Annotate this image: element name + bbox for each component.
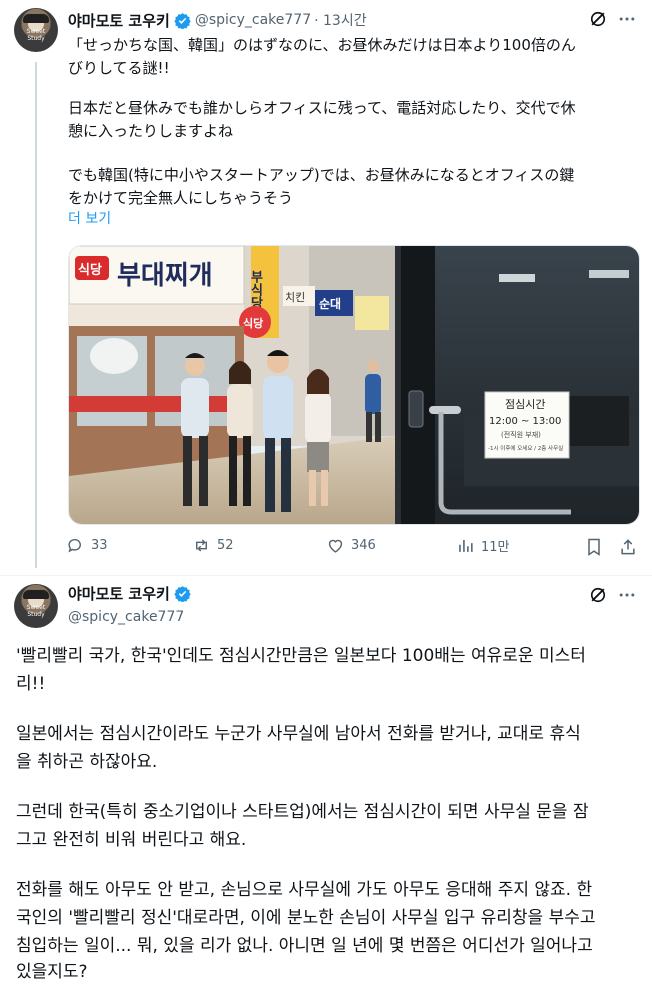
tweet-text-line: びりしてる謎!! bbox=[68, 59, 170, 77]
author-handle[interactable]: @spicy_cake777 bbox=[68, 609, 184, 625]
street-and-office-illustration: 부대찌개 식당 부식당 식당 치킨 순대 점심시간 12:00 ~ 13:00 … bbox=[69, 246, 639, 524]
tweet-actions: 33 52 346 11만 bbox=[66, 536, 638, 560]
tweet-text-line: をかけて完全無人にしちゃうそう bbox=[68, 189, 294, 207]
sign-vertical-text: 부식당 bbox=[248, 270, 263, 310]
tweet-text-line: 그런데 한국(특히 중소기업이나 스타트업)에서는 점심시간이 되면 사무실 문… bbox=[16, 802, 589, 822]
tweet-text-line: '빨리빨리 국가, 한국'인데도 점심시간만큼은 일본보다 100배는 여유로운… bbox=[16, 646, 586, 666]
tweet-text-line: 일본에서는 점심시간이라도 누군가 사무실에 남아서 전화를 받거나, 교대로 … bbox=[16, 724, 581, 744]
divider bbox=[0, 575, 652, 576]
bookmark-icon[interactable] bbox=[584, 537, 604, 557]
tweet-image[interactable]: 부대찌개 식당 부식당 식당 치킨 순대 점심시간 12:00 ~ 13:00 … bbox=[68, 245, 640, 525]
tweet-text-line: 있을지도? bbox=[16, 962, 88, 982]
more-options-icon[interactable] bbox=[617, 585, 637, 605]
tweet-text-line: 리!! bbox=[16, 674, 46, 694]
verified-badge-icon bbox=[174, 586, 191, 602]
sign-round-text: 식당 bbox=[243, 316, 263, 330]
tweet-text-line: 침입하는 일이... 뭐, 있을 리가 없나. 아니면 일 년에 몇 번쯤은 어… bbox=[16, 936, 593, 956]
author-handle[interactable]: @spicy_cake777 bbox=[195, 12, 311, 28]
thread-connector bbox=[35, 62, 37, 568]
share-icon[interactable] bbox=[618, 537, 638, 557]
tweet-text-line: 「せっかちな国、韓国」のはずなのに、お昼休みだけは日本より100倍のん bbox=[68, 36, 576, 54]
tweet-text-line: でも韓国(特に中小やスタートアップ)では、お昼休みになるとオフィスの鍵 bbox=[68, 166, 575, 184]
notice-title: 점심시간 bbox=[505, 398, 545, 411]
like-count: 346 bbox=[351, 538, 376, 553]
notice-subtitle: (전직원 부재) bbox=[501, 430, 541, 439]
repost-icon bbox=[196, 539, 207, 552]
reply-button[interactable]: 33 bbox=[66, 536, 108, 555]
view-count: 11만 bbox=[481, 540, 510, 555]
tweet-text-line: 을 취하곤 하잖아요. bbox=[16, 752, 158, 772]
tweet-original: Sweet Study 야마모토 코우키 @spicy_cake777 · 13… bbox=[0, 0, 652, 575]
sign-small-text: 식당 bbox=[78, 262, 102, 278]
sign-main-text: 부대찌개 bbox=[117, 261, 213, 291]
show-more-link[interactable]: 더 보기 bbox=[68, 208, 111, 228]
tweet-text-line: 전화를 해도 아무도 안 받고, 손님으로 사무실에 가도 아무도 응대해 주지… bbox=[16, 880, 593, 900]
tweet-text-line: 憩に入ったりしますよね bbox=[68, 122, 234, 140]
grok-icon[interactable] bbox=[588, 585, 608, 605]
tweet-text-line: 국인의 '빨리빨리 정신'대로라면, 이에 분노한 손님이 사무실 입구 유리창… bbox=[16, 908, 596, 928]
views-chart-icon bbox=[459, 539, 473, 552]
avatar[interactable]: Sweet Study bbox=[14, 584, 58, 628]
avatar[interactable]: Sweet Study bbox=[14, 8, 58, 52]
reply-count: 33 bbox=[91, 538, 108, 553]
views-button[interactable]: 11만 bbox=[456, 536, 510, 555]
like-button[interactable]: 346 bbox=[326, 536, 376, 555]
notice-footnote: -1시 이후에 오세요 / 2층 사무실 bbox=[488, 444, 563, 452]
verified-badge-icon bbox=[174, 12, 191, 29]
heart-icon bbox=[328, 539, 343, 553]
tweet-text-line: 日本だと昼休みでも誰かしらオフィスに残って、電話対応したり、交代で休 bbox=[68, 99, 576, 117]
notice-time: 12:00 ~ 13:00 bbox=[489, 416, 561, 427]
tweet-header: 야마모토 코우키 @spicy_cake777 · 13시간 bbox=[68, 10, 367, 30]
author-name[interactable]: 야마모토 코우키 bbox=[68, 583, 170, 604]
sign-side-text: 순대 bbox=[319, 297, 341, 311]
repost-button[interactable]: 52 bbox=[192, 536, 234, 555]
reply-icon bbox=[68, 539, 81, 553]
timestamp[interactable]: · 13시간 bbox=[314, 10, 366, 30]
tweet-text-line: 그고 완전히 비워 버린다고 해요. bbox=[16, 830, 247, 850]
more-options-icon[interactable] bbox=[617, 9, 637, 29]
author-name-row: 야마모토 코우키 bbox=[68, 583, 191, 604]
author-name[interactable]: 야마모토 코우키 bbox=[68, 10, 170, 31]
grok-icon[interactable] bbox=[588, 9, 608, 29]
sign-chicken-text: 치킨 bbox=[285, 291, 305, 304]
repost-count: 52 bbox=[217, 538, 234, 553]
